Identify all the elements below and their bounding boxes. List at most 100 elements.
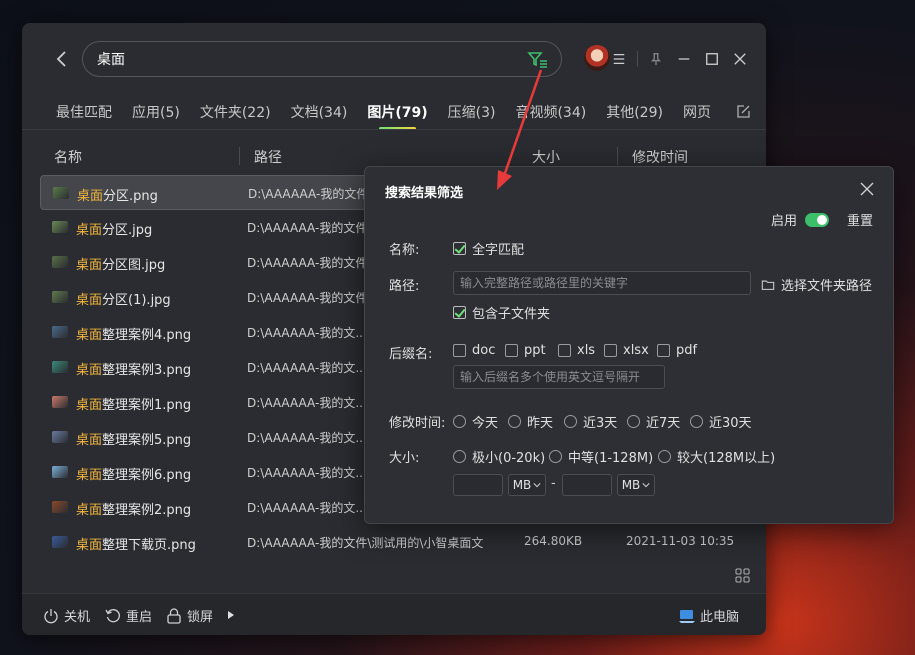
full-match-checkbox[interactable]: 全字匹配	[453, 239, 524, 258]
file-path: D:\AAAAAA-我的文件	[247, 221, 368, 235]
tab-folders[interactable]: 文件夹(22)	[200, 102, 271, 122]
column-path[interactable]: 路径	[254, 147, 282, 167]
tab-best-match[interactable]: 最佳匹配	[56, 102, 112, 122]
file-size: 264.80KB	[524, 534, 583, 548]
column-divider[interactable]	[239, 147, 240, 165]
ext-ppt-checkbox[interactable]: ppt	[505, 343, 546, 358]
search-box[interactable]	[82, 41, 562, 77]
modified-time-label: 修改时间:	[389, 416, 446, 431]
mtime-option-label: 近3天	[583, 416, 618, 431]
ext-xlsx-checkbox[interactable]: xlsx	[604, 343, 649, 358]
file-thumbnail	[52, 536, 68, 548]
mtime-3days-radio[interactable]: 近3天	[564, 412, 617, 431]
close-icon[interactable]	[859, 181, 875, 197]
mtime-30days-radio[interactable]: 近30天	[690, 412, 752, 431]
maximize-button[interactable]	[698, 47, 726, 71]
edit-tabs-icon[interactable]	[735, 104, 751, 120]
file-thumbnail	[52, 291, 68, 303]
checkbox	[505, 344, 518, 357]
folder-icon	[761, 280, 775, 290]
file-name: 桌面分区.png	[77, 189, 158, 204]
minimize-button[interactable]	[670, 47, 698, 71]
table-row[interactable]: 桌面整理下载页.png D:\AAAAAA-我的文件\测试用的\小智桌面文 26…	[40, 525, 760, 560]
file-path: D:\AAAAAA-我的文...	[247, 361, 367, 375]
size-max-input[interactable]	[562, 474, 612, 496]
ext-doc-checkbox[interactable]: doc	[453, 343, 495, 358]
menu-button[interactable]	[605, 47, 633, 71]
tab-apps[interactable]: 应用(5)	[132, 102, 180, 122]
column-modified[interactable]: 修改时间	[632, 147, 688, 167]
file-path: D:\AAAAAA-我的文...	[247, 501, 367, 515]
column-size[interactable]: 大小	[532, 147, 560, 167]
divider	[637, 51, 638, 67]
file-path: D:\AAAAAA-我的文件\测试用的\小智桌面文	[247, 536, 484, 550]
tab-archives[interactable]: 压缩(3)	[448, 102, 496, 122]
file-thumbnail	[52, 361, 68, 373]
restart-icon	[105, 608, 120, 622]
ext-option-label: doc	[472, 343, 496, 358]
tab-documents[interactable]: 文档(34)	[291, 102, 348, 122]
close-button[interactable]	[726, 47, 754, 71]
file-path: D:\AAAAAA-我的文件	[247, 291, 368, 305]
size-medium-radio[interactable]: 中等(1-128M)	[549, 447, 653, 466]
tab-other[interactable]: 其他(29)	[606, 102, 663, 122]
maximize-icon	[706, 53, 718, 65]
lock-label: 锁屏	[187, 610, 214, 625]
ext-pdf-checkbox[interactable]: pdf	[657, 343, 697, 358]
file-name: 桌面整理案例4.png	[76, 328, 192, 343]
file-path: D:\AAAAAA-我的文...	[247, 326, 367, 340]
file-name: 桌面整理案例3.png	[76, 363, 192, 378]
back-button[interactable]	[50, 47, 74, 71]
ext-xls-checkbox[interactable]: xls	[558, 343, 595, 358]
tab-web[interactable]: 网页	[683, 102, 711, 122]
checkbox	[604, 344, 617, 357]
file-path: D:\AAAAAA-我的文...	[247, 466, 367, 480]
tab-images[interactable]: 图片(79)	[367, 102, 428, 130]
mtime-7days-radio[interactable]: 近7天	[627, 412, 680, 431]
file-thumbnail	[52, 396, 68, 408]
enable-toggle[interactable]	[804, 212, 829, 227]
mtime-yesterday-radio[interactable]: 昨天	[508, 412, 553, 431]
file-path: D:\AAAAAA-我的文...	[247, 396, 367, 410]
this-pc-button[interactable]: 此电脑	[678, 606, 739, 625]
search-input[interactable]	[97, 49, 517, 69]
size-min-input[interactable]	[453, 474, 503, 496]
pin-button[interactable]	[642, 47, 670, 71]
radio	[564, 415, 577, 428]
filter-icon	[527, 52, 547, 68]
name-label: 名称:	[389, 243, 420, 258]
ext-option-label: xls	[577, 343, 596, 358]
grid-view-icon[interactable]	[735, 568, 751, 584]
reset-button[interactable]: 重置	[847, 210, 873, 229]
ext-option-label: pdf	[676, 343, 698, 358]
extension-input[interactable]	[453, 365, 665, 389]
tabs-divider	[22, 129, 766, 130]
category-tabs: 最佳匹配 应用(5) 文件夹(22) 文档(34) 图片(79) 压缩(3) 音…	[56, 100, 751, 130]
mtime-option-label: 今天	[472, 416, 499, 431]
include-subfolders-checkbox[interactable]: 包含子文件夹	[453, 303, 550, 322]
chevron-down-icon	[642, 483, 650, 488]
size-min-unit-select[interactable]: MB	[508, 474, 546, 496]
size-tiny-radio[interactable]: 极小(0-20k)	[453, 447, 545, 466]
ext-option-label: xlsx	[623, 343, 649, 358]
checkbox	[453, 344, 466, 357]
choose-folder-button[interactable]: 选择文件夹路径	[761, 275, 872, 294]
play-icon[interactable]	[226, 610, 236, 620]
lock-button[interactable]: 锁屏	[165, 606, 213, 625]
shutdown-button[interactable]: 关机	[42, 606, 90, 625]
lock-icon	[167, 607, 181, 624]
filter-button[interactable]	[527, 50, 549, 70]
path-input[interactable]	[453, 271, 751, 295]
range-separator: -	[551, 476, 556, 491]
size-large-radio[interactable]: 较大(128M以上)	[658, 447, 775, 466]
size-option-label: 中等(1-128M)	[568, 451, 654, 466]
restart-button[interactable]: 重启	[104, 606, 152, 625]
file-thumbnail	[52, 431, 68, 443]
mtime-today-radio[interactable]: 今天	[453, 412, 498, 431]
unit-label: MB	[512, 478, 532, 492]
column-name[interactable]: 名称	[54, 147, 82, 167]
tab-media[interactable]: 音视频(34)	[515, 102, 586, 122]
size-max-unit-select[interactable]: MB	[617, 474, 655, 496]
checkbox	[657, 344, 670, 357]
column-divider[interactable]	[617, 147, 618, 165]
